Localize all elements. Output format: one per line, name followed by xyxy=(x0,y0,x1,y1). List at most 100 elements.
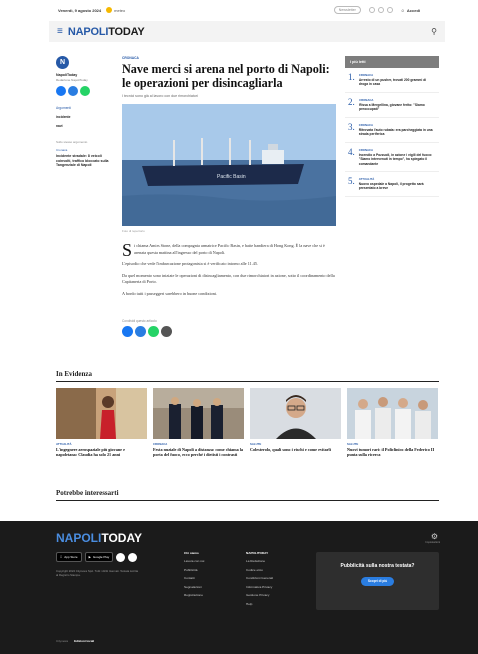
card-title[interactable]: Festa nuziale di Napoli a distanza: come… xyxy=(153,447,244,458)
evidenza-card[interactable]: ATTUALITÀ L'ingegnere aerospaziale più g… xyxy=(56,388,147,458)
card-category: ATTUALITÀ xyxy=(56,442,72,446)
paragraph-0: i chiama Amirs Stone, della compagnia ar… xyxy=(134,243,325,255)
weather-widget[interactable]: meteo xyxy=(106,7,125,13)
login-button[interactable]: ☺ Accedi xyxy=(401,8,420,13)
item-category: CRONACA xyxy=(358,73,374,77)
logo-part-1: NAPOLI xyxy=(67,25,109,38)
topic-link-0[interactable]: incidente xyxy=(56,115,112,119)
menu-icon[interactable]: ≡ xyxy=(57,26,63,37)
item-category: ATTUALITÀ xyxy=(358,176,375,181)
article-title: Nave merci si arena nel porto di Napoli:… xyxy=(122,62,330,90)
section-title: Potrebbe interessarti xyxy=(56,489,439,501)
footer-bottom-bar: Citynews Edizioni locali xyxy=(56,639,94,643)
x-icon[interactable] xyxy=(386,7,393,13)
article-body: Si chiama Amirs Stone, della compagnia a… xyxy=(122,241,336,297)
item-title[interactable]: Rissa a Mergellina, giovane ferito: "Sia… xyxy=(359,103,436,112)
article-category[interactable]: CRONACA xyxy=(122,56,336,60)
google-play-label: Google Play xyxy=(90,555,109,559)
facebook-share-icon[interactable] xyxy=(122,326,133,338)
ship-illustration: Pacific Basin xyxy=(122,104,336,227)
facebook-share-icon[interactable] xyxy=(56,86,66,96)
card-title[interactable]: L'ingegnere aerospaziale più giovane e n… xyxy=(56,447,147,458)
logo-part-2: TODAY xyxy=(108,25,145,38)
related-article-link[interactable]: Incidente stradale: 8 veicoli coinvolti,… xyxy=(56,154,112,168)
topic-link-1[interactable]: navi xyxy=(56,124,112,128)
most-read-item[interactable]: 2. CRONACA Rissa a Mergellina, giovane fe… xyxy=(345,93,439,118)
facebook-icon[interactable] xyxy=(368,7,375,13)
footer-link[interactable]: Registrazione xyxy=(184,594,204,597)
evidenza-card[interactable]: SALUTE Colesterolo, quali sono i rischi … xyxy=(250,388,341,458)
local-editions-link[interactable]: Edizioni locali xyxy=(74,639,94,643)
site-header: ≡ NAPOLITODAY ⚲ xyxy=(49,21,445,42)
article-main: CRONACA Nave merci si arena nel porto di… xyxy=(122,56,336,338)
google-play-button[interactable]: ▶ Google Play xyxy=(84,552,114,562)
footer-link[interactable]: Lavora con noi xyxy=(184,560,204,563)
app-store-label: App Store xyxy=(62,555,77,559)
article-subtitle: I tecnici sono già al lavoro con due rim… xyxy=(122,94,198,99)
police-photo xyxy=(153,388,244,439)
instagram-icon[interactable] xyxy=(377,7,384,13)
footer-logo[interactable]: NAPOLITODAY xyxy=(56,531,142,545)
footer-links-col-1: Chi siamo Lavora con noi Pubblicità Cont… xyxy=(184,551,204,603)
footer-link[interactable]: Pubblicità xyxy=(184,568,204,572)
citynews-logo[interactable]: Citynews xyxy=(56,639,68,643)
footer-link[interactable]: Informativa Privacy xyxy=(246,585,273,589)
footer-link[interactable]: Codice etico xyxy=(246,568,273,572)
search-icon[interactable]: ⚲ xyxy=(431,27,437,36)
footer-link[interactable]: NAPOLITODAY xyxy=(246,551,273,555)
footer-link[interactable]: Gestione Privacy xyxy=(246,594,273,597)
footer-link[interactable]: Condizioni Generali xyxy=(246,577,273,580)
item-title[interactable]: Nuovo ospedale a Napoli, il progetto sar… xyxy=(359,182,436,191)
item-title[interactable]: Ritrovata l'auto rubata: era parcheggiat… xyxy=(359,128,436,137)
advertising-promo: Pubblicità sulla nostra testata? Scopri … xyxy=(316,552,439,610)
footer-link[interactable]: Help xyxy=(246,602,273,606)
card-thumbnail[interactable] xyxy=(250,388,341,439)
footer-link[interactable]: Segnalazioni xyxy=(184,585,204,589)
current-date: Venerdì, 9 agosto 2024 xyxy=(58,7,102,13)
related-category: Cronaca xyxy=(56,148,68,152)
most-read-item[interactable]: 4. CRONACA Incendio a Pozzuoli, in azione… xyxy=(345,143,439,172)
paragraph-2: Da quel momento sono iniziate le operazi… xyxy=(122,272,335,285)
woman-photo xyxy=(56,388,147,439)
evidenza-card[interactable]: SALUTE Nuovi tumori rari: il Policlinico… xyxy=(347,388,438,458)
facebook-icon[interactable] xyxy=(116,552,126,562)
newsletter-button[interactable]: Newsletter xyxy=(333,6,361,14)
item-title[interactable]: Incendio a Pozzuoli, in azione i vigili … xyxy=(359,153,436,166)
whatsapp-share-icon[interactable] xyxy=(80,86,90,96)
item-title[interactable]: Arresto di un pusher, trovati 200 grammi… xyxy=(359,78,436,87)
footer-link[interactable]: La Redazione xyxy=(246,560,273,563)
promo-button[interactable]: Scopri di più xyxy=(360,576,395,586)
article-photo: Pacific Basin xyxy=(122,104,336,227)
potrebbe-interessarti-section: Potrebbe interessarti xyxy=(56,489,439,501)
instagram-icon[interactable] xyxy=(128,552,138,562)
item-category: CRONACA xyxy=(359,97,374,102)
weather-label: meteo xyxy=(114,7,126,13)
in-evidenza-section: In Evidenza ATTUALITÀ L'ingegnere aerosp… xyxy=(56,370,439,458)
card-thumbnail[interactable] xyxy=(56,388,147,439)
card-thumbnail[interactable] xyxy=(153,388,244,439)
card-category: SALUTE xyxy=(347,442,359,446)
card-title[interactable]: Nuovi tumori rari: il Policlinico della … xyxy=(347,447,438,458)
user-icon: ☺ xyxy=(400,7,405,13)
most-read-item[interactable]: 3. CRONACA Ritrovata l'auto rubata: era p… xyxy=(345,118,439,143)
site-logo[interactable]: NAPOLITODAY xyxy=(68,26,145,38)
evidenza-card[interactable]: CRONACA Festa nuziale di Napoli a distan… xyxy=(153,388,244,458)
card-thumbnail[interactable] xyxy=(347,388,438,439)
author-name[interactable]: NapoliToday xyxy=(56,73,112,77)
author-avatar: N xyxy=(56,56,69,69)
rank-number: 1. xyxy=(348,72,355,82)
card-title[interactable]: Colesterolo, quali sono i rischi e come … xyxy=(250,447,341,452)
app-store-button[interactable]: App Store xyxy=(56,552,82,562)
most-read-item[interactable]: 1. CRONACA Arresto di un pusher, trovati … xyxy=(345,68,439,93)
whatsapp-share-icon[interactable] xyxy=(148,326,159,338)
social-links xyxy=(368,7,393,13)
email-share-icon[interactable] xyxy=(161,326,172,338)
messenger-share-icon[interactable] xyxy=(68,86,78,96)
gear-icon[interactable]: ⚙ xyxy=(431,532,438,541)
footer-link[interactable]: Contatti xyxy=(184,577,204,580)
footer-links-col-2: NAPOLITODAY La Redazione Codice etico Co… xyxy=(246,551,273,611)
item-category: CRONACA xyxy=(358,122,374,127)
footer-link[interactable]: Chi siamo xyxy=(184,551,204,555)
messenger-share-icon[interactable] xyxy=(135,326,146,338)
most-read-item[interactable]: 5. ATTUALITÀ Nuovo ospedale a Napoli, il … xyxy=(345,172,439,197)
